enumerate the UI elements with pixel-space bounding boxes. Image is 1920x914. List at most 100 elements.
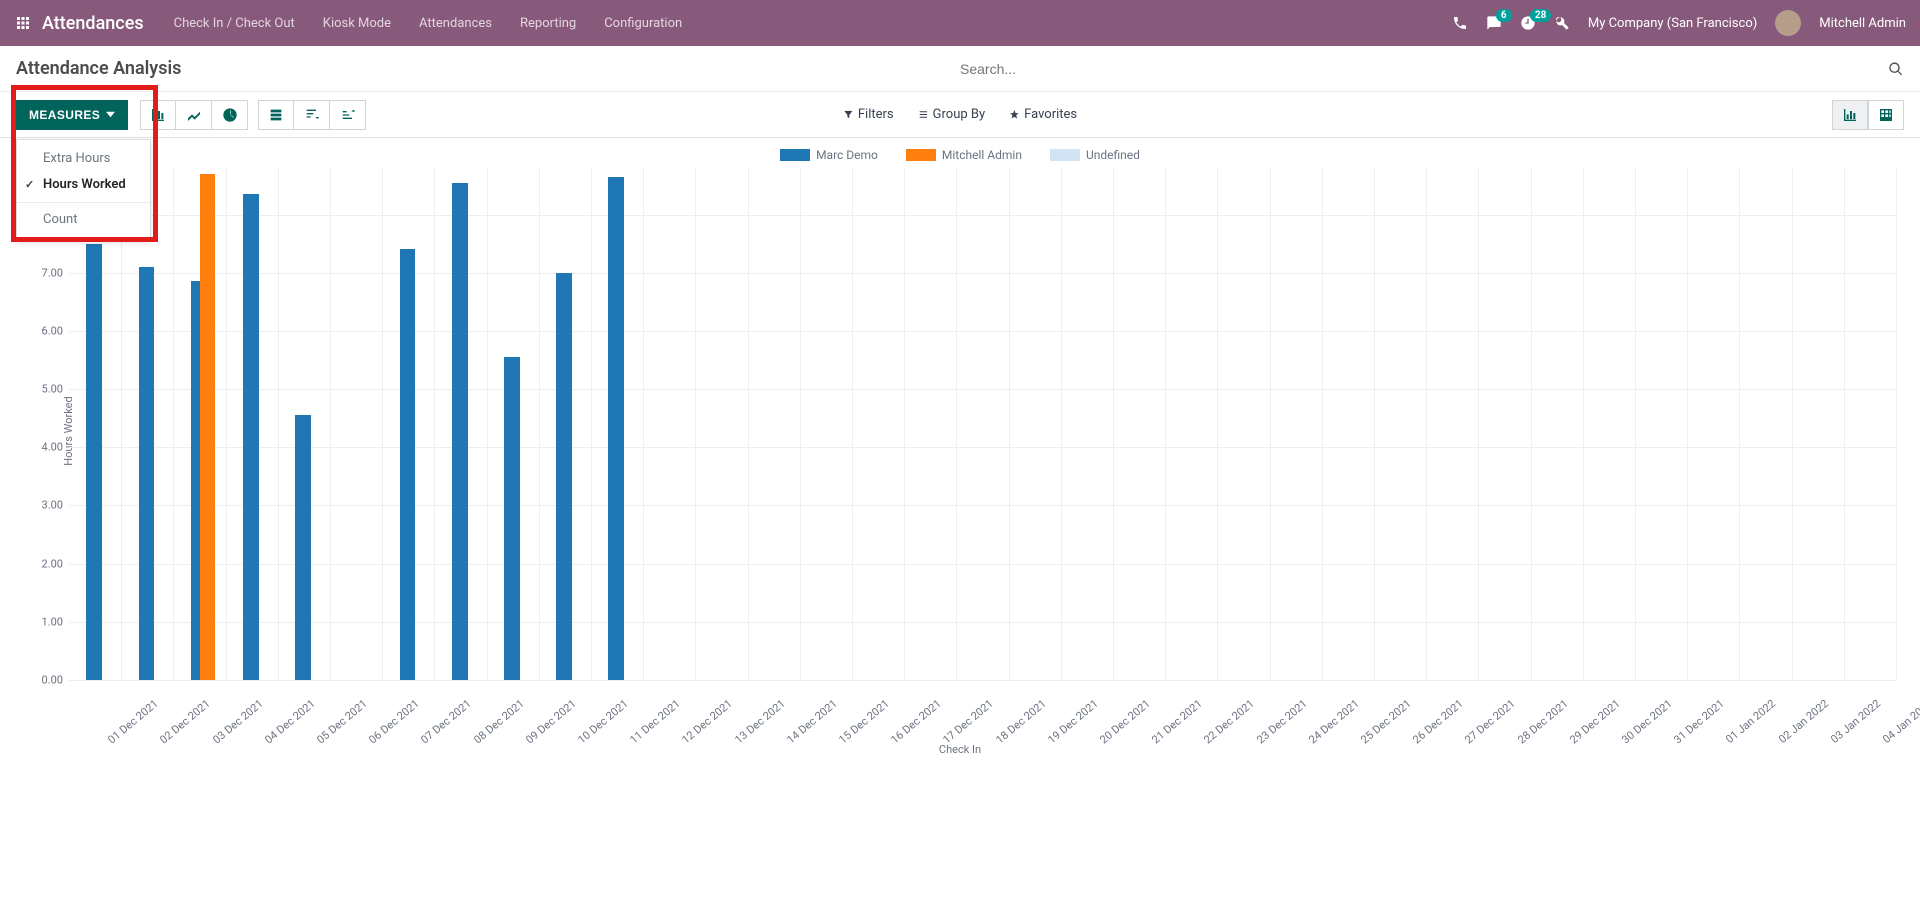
x-tick: 09 Dec 2021 xyxy=(523,697,578,746)
x-axis: 01 Dec 202102 Dec 202103 Dec 202104 Dec … xyxy=(69,693,1896,743)
y-tick: 5.00 xyxy=(42,383,69,396)
barchart-button[interactable] xyxy=(140,100,176,130)
favorites-menu[interactable]: Favorites xyxy=(1009,107,1077,122)
search-box[interactable] xyxy=(960,61,1904,77)
dd-count[interactable]: Count xyxy=(17,206,150,233)
bar[interactable] xyxy=(504,357,520,680)
bar[interactable] xyxy=(86,244,102,680)
x-tick: 18 Dec 2021 xyxy=(993,697,1048,746)
gridline xyxy=(69,680,1896,681)
x-tick: 01 Dec 2021 xyxy=(105,697,160,746)
page-title: Attendance Analysis xyxy=(16,58,960,79)
company-selector[interactable]: My Company (San Francisco) xyxy=(1588,16,1757,31)
gridline xyxy=(1583,168,1584,680)
gridline xyxy=(852,168,853,680)
sort-asc-button[interactable] xyxy=(330,100,366,130)
dd-hours-worked[interactable]: Hours Worked xyxy=(17,171,150,198)
y-tick: 6.00 xyxy=(42,324,69,337)
search-icon[interactable] xyxy=(1888,61,1904,77)
nav-configuration[interactable]: Configuration xyxy=(604,16,682,31)
x-tick: 03 Dec 2021 xyxy=(210,697,265,746)
x-tick: 25 Dec 2021 xyxy=(1358,697,1413,746)
gridline xyxy=(226,168,227,680)
swatch-undef xyxy=(1050,149,1080,161)
bar[interactable] xyxy=(556,273,572,680)
gridline xyxy=(69,273,1896,274)
gridline xyxy=(643,168,644,680)
x-tick: 26 Dec 2021 xyxy=(1410,697,1465,746)
bar[interactable] xyxy=(452,183,468,680)
x-tick: 08 Dec 2021 xyxy=(471,697,526,746)
nav-attendances[interactable]: Attendances xyxy=(419,16,492,31)
legend-undef[interactable]: Undefined xyxy=(1050,148,1140,162)
x-tick: 22 Dec 2021 xyxy=(1202,697,1257,746)
legend-mitchell[interactable]: Mitchell Admin xyxy=(906,148,1022,162)
stacked-button[interactable] xyxy=(258,100,294,130)
bar[interactable] xyxy=(400,249,416,680)
gridline xyxy=(278,168,279,680)
search-input[interactable] xyxy=(960,61,1878,77)
avatar[interactable] xyxy=(1775,10,1801,36)
top-nav: Attendances Check In / Check Out Kiosk M… xyxy=(0,0,1920,46)
wrench-icon[interactable] xyxy=(1554,15,1570,31)
nav-checkin[interactable]: Check In / Check Out xyxy=(174,16,295,31)
x-tick: 03 Jan 2022 xyxy=(1828,697,1883,746)
x-tick: 04 Jan 2022 xyxy=(1880,697,1920,746)
bar[interactable] xyxy=(139,267,155,680)
gridline xyxy=(434,168,435,680)
brand-title[interactable]: Attendances xyxy=(42,13,144,34)
x-tick: 28 Dec 2021 xyxy=(1515,697,1570,746)
pivot-view-button[interactable] xyxy=(1868,100,1904,130)
groupby-menu[interactable]: Group By xyxy=(918,107,986,122)
sort-desc-icon xyxy=(304,107,320,123)
apps-icon[interactable] xyxy=(14,14,32,32)
gridline xyxy=(591,168,592,680)
messages-button[interactable]: 6 xyxy=(1486,15,1502,31)
bar[interactable] xyxy=(295,415,311,680)
dd-extra-hours[interactable]: Extra Hours xyxy=(17,145,150,172)
sort-desc-button[interactable] xyxy=(294,100,330,130)
graph-icon xyxy=(1842,107,1858,123)
y-tick: 2.00 xyxy=(42,557,69,570)
graph-view-button[interactable] xyxy=(1832,100,1868,130)
gridline xyxy=(1061,168,1062,680)
x-tick: 19 Dec 2021 xyxy=(1045,697,1100,746)
gridline xyxy=(1635,168,1636,680)
barchart-icon xyxy=(150,107,166,123)
linechart-button[interactable] xyxy=(176,100,212,130)
gridline xyxy=(748,168,749,680)
legend-marc[interactable]: Marc Demo xyxy=(780,148,878,162)
gridline xyxy=(69,622,1896,623)
y-tick: 7.00 xyxy=(42,266,69,279)
gridline xyxy=(1217,168,1218,680)
x-tick: 13 Dec 2021 xyxy=(732,697,787,746)
piechart-button[interactable] xyxy=(212,100,248,130)
plot-area: Hours Worked 0.001.002.003.004.005.006.0… xyxy=(69,168,1896,693)
nav-reporting[interactable]: Reporting xyxy=(520,16,576,31)
x-tick: 16 Dec 2021 xyxy=(888,697,943,746)
user-name[interactable]: Mitchell Admin xyxy=(1819,16,1906,31)
bar[interactable] xyxy=(200,174,216,680)
measures-label: MEASURES xyxy=(29,108,100,122)
chart: Marc Demo Mitchell Admin Undefined Hours… xyxy=(0,138,1920,756)
legend: Marc Demo Mitchell Admin Undefined xyxy=(14,148,1906,162)
gridline xyxy=(1165,168,1166,680)
caret-down-icon xyxy=(106,110,115,119)
activities-button[interactable]: 28 xyxy=(1520,15,1536,31)
piechart-icon xyxy=(222,107,238,123)
phone-icon[interactable] xyxy=(1452,15,1468,31)
gridline xyxy=(69,505,1896,506)
x-tick: 12 Dec 2021 xyxy=(680,697,735,746)
bar[interactable] xyxy=(608,177,624,680)
view-switcher xyxy=(1832,100,1904,130)
gridline xyxy=(539,168,540,680)
x-tick: 04 Dec 2021 xyxy=(262,697,317,746)
filters-menu[interactable]: Filters xyxy=(843,107,894,122)
bar[interactable] xyxy=(243,194,259,680)
measures-dropdown: Extra Hours Hours Worked Count xyxy=(16,139,151,240)
measures-button[interactable]: MEASURES xyxy=(16,100,128,130)
gridline xyxy=(487,168,488,680)
nav-kiosk[interactable]: Kiosk Mode xyxy=(323,16,391,31)
x-tick: 01 Jan 2022 xyxy=(1723,697,1778,746)
stacked-icon xyxy=(268,107,284,123)
